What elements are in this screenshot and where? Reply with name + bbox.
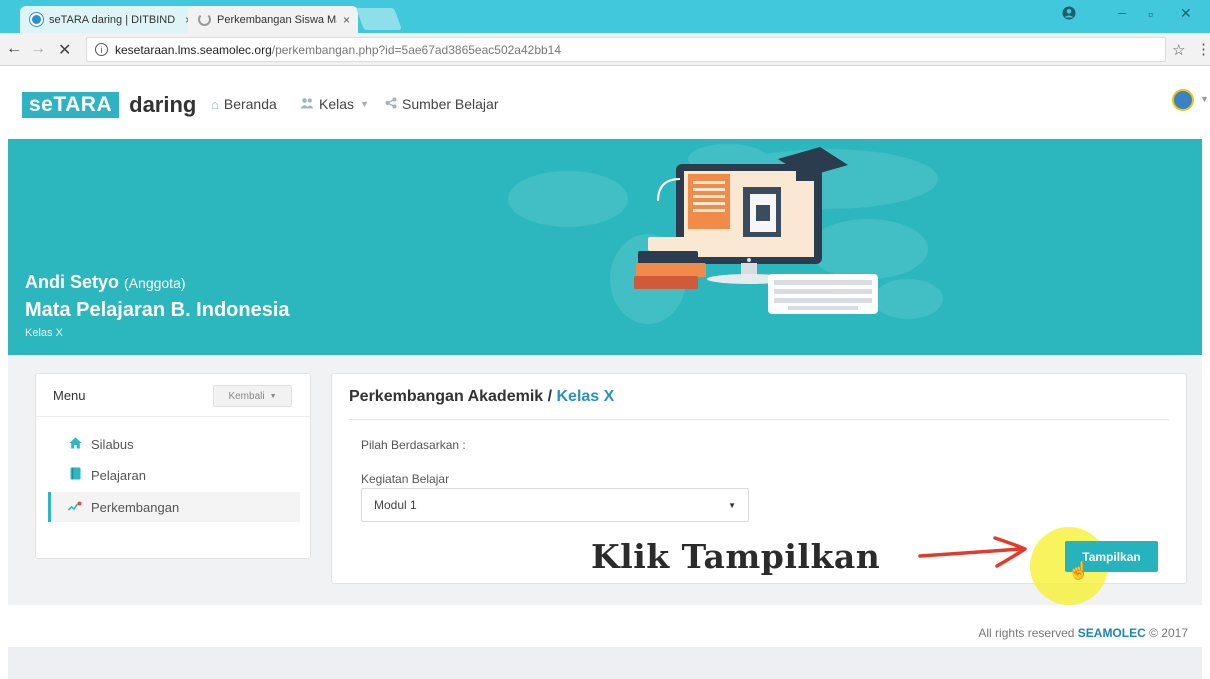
menu-item-label: Silabus [91, 436, 134, 452]
footer-text: All rights reserved SEAMOLEC © 2017 [978, 626, 1188, 640]
url-path: /perkembangan.php?id=5ae67ad3865eac502a4… [271, 42, 562, 57]
page-bottom-area [8, 647, 1202, 679]
hand-cursor-icon: ☝ [1068, 561, 1090, 580]
back-button-label: Kembali [228, 390, 265, 402]
nav-kelas[interactable]: Kelas ▼ [300, 96, 369, 112]
nav-beranda-label: Beranda [223, 96, 277, 112]
menu-item-silabus[interactable]: Silabus [48, 429, 300, 459]
info-icon[interactable]: i [95, 43, 108, 56]
window-close-icon[interactable]: ✕ [1180, 5, 1192, 22]
browser-tab-perkembangan[interactable]: Perkembangan Siswa Ma × [188, 6, 358, 33]
page-title-class: Kelas X [556, 388, 615, 405]
bookmark-star-icon[interactable]: ☆ [1172, 41, 1185, 59]
hero-illustration [508, 144, 943, 324]
home-icon [68, 437, 82, 452]
nav-beranda[interactable]: ⌂ Beranda [211, 96, 277, 112]
chevron-down-icon: ▼ [360, 99, 369, 109]
menu-item-perkembangan[interactable]: Perkembangan [48, 492, 300, 522]
stop-loading-icon[interactable]: ✕ [58, 40, 71, 60]
menu-item-pelajaran[interactable]: Pelajaran [48, 460, 300, 490]
nav-sumber-belajar[interactable]: Sumber Belajar [385, 96, 499, 112]
browser-toolbar: ← → ✕ i kesetaraan.lms.seamolec.org/perk… [0, 33, 1210, 66]
tab-close-icon[interactable]: × [343, 13, 350, 27]
kebab-menu-icon[interactable]: ⋮ [1196, 40, 1210, 58]
module-select-value: Modul 1 [374, 498, 417, 512]
instruction-callout: Klik Tampilkan [591, 537, 881, 576]
footer-copyright: © 2017 [1145, 626, 1188, 640]
footer-brand-link[interactable]: SEAMOLEC [1078, 626, 1146, 640]
footer-prefix: All rights reserved [978, 626, 1078, 640]
back-button[interactable]: Kembali ▼ [213, 385, 292, 407]
red-arrow-icon [918, 536, 1027, 568]
menu-header: Menu Kembali ▼ [36, 374, 310, 417]
share-icon [385, 97, 397, 112]
book-icon [68, 467, 82, 483]
page-title: Perkembangan Akademik / Kelas X [349, 388, 614, 406]
filter-label: Pilah Berdasarkan : [361, 438, 466, 452]
chevron-down-icon[interactable]: ▼ [1200, 94, 1209, 104]
nav-kelas-label: Kelas [319, 96, 355, 112]
user-avatar[interactable] [1172, 89, 1194, 111]
student-role: (Anggota) [124, 275, 186, 291]
divider [349, 419, 1169, 420]
main-panel: Perkembangan Akademik / Kelas X Pilah Be… [331, 373, 1187, 605]
back-arrow-icon[interactable]: ← [6, 40, 22, 58]
site-navbar: seTARA daring ⌂ Beranda Kelas ▼ Sumber B… [0, 66, 1210, 139]
chevron-down-icon: ▼ [269, 392, 277, 400]
browser-tab-bar: seTARA daring | DITBIND × Perkembangan S… [0, 0, 1210, 33]
kegiatan-belajar-label: Kegiatan Belajar [361, 472, 450, 486]
address-bar[interactable]: i kesetaraan.lms.seamolec.org/perkembang… [86, 37, 1166, 62]
dropdown-caret-icon: ▼ [728, 501, 736, 510]
student-name-text: Andi Setyo [25, 272, 120, 292]
student-name: Andi Setyo (Anggota) [25, 272, 186, 293]
new-tab-button[interactable] [355, 8, 403, 30]
content-area: Menu Kembali ▼ Silabus Pelajaran Perkemb… [8, 355, 1202, 605]
forward-arrow-icon[interactable]: → [30, 40, 46, 58]
profile-icon[interactable] [1062, 6, 1076, 23]
browser-tab-setara[interactable]: seTARA daring | DITBIND × [20, 6, 200, 33]
home-icon: ⌂ [211, 96, 219, 112]
url-host: kesetaraan.lms.seamolec.org [115, 42, 272, 57]
tab-title: seTARA daring | DITBIND [49, 13, 176, 26]
subject-title: Mata Pelajaran B. Indonesia [25, 299, 290, 321]
logo-daring: daring [129, 92, 197, 117]
loading-spinner-icon [198, 13, 211, 26]
trend-icon [67, 500, 82, 515]
tab-title: Perkembangan Siswa Ma [217, 13, 337, 26]
menu-item-label: Perkembangan [91, 499, 180, 515]
page-title-prefix: Perkembangan Akademik / [349, 388, 557, 405]
class-label: Kelas X [25, 327, 63, 339]
users-icon [300, 97, 314, 112]
module-select[interactable]: Modul 1 ▼ [361, 488, 749, 522]
restore-icon[interactable]: ▫ [1148, 6, 1153, 22]
minimize-icon[interactable]: – [1118, 4, 1126, 20]
site-favicon-icon [30, 13, 43, 26]
logo-setara: seTARA [22, 92, 120, 118]
menu-title: Menu [53, 388, 86, 403]
menu-item-label: Pelajaran [91, 467, 146, 483]
side-menu-panel: Menu Kembali ▼ Silabus Pelajaran Perkemb… [35, 373, 311, 559]
page-footer: All rights reserved SEAMOLEC © 2017 [8, 605, 1202, 647]
hero-banner: Andi Setyo (Anggota) Mata Pelajaran B. I… [8, 139, 1202, 355]
nav-sumber-label: Sumber Belajar [402, 96, 499, 112]
site-logo[interactable]: seTARA daring [22, 92, 196, 118]
